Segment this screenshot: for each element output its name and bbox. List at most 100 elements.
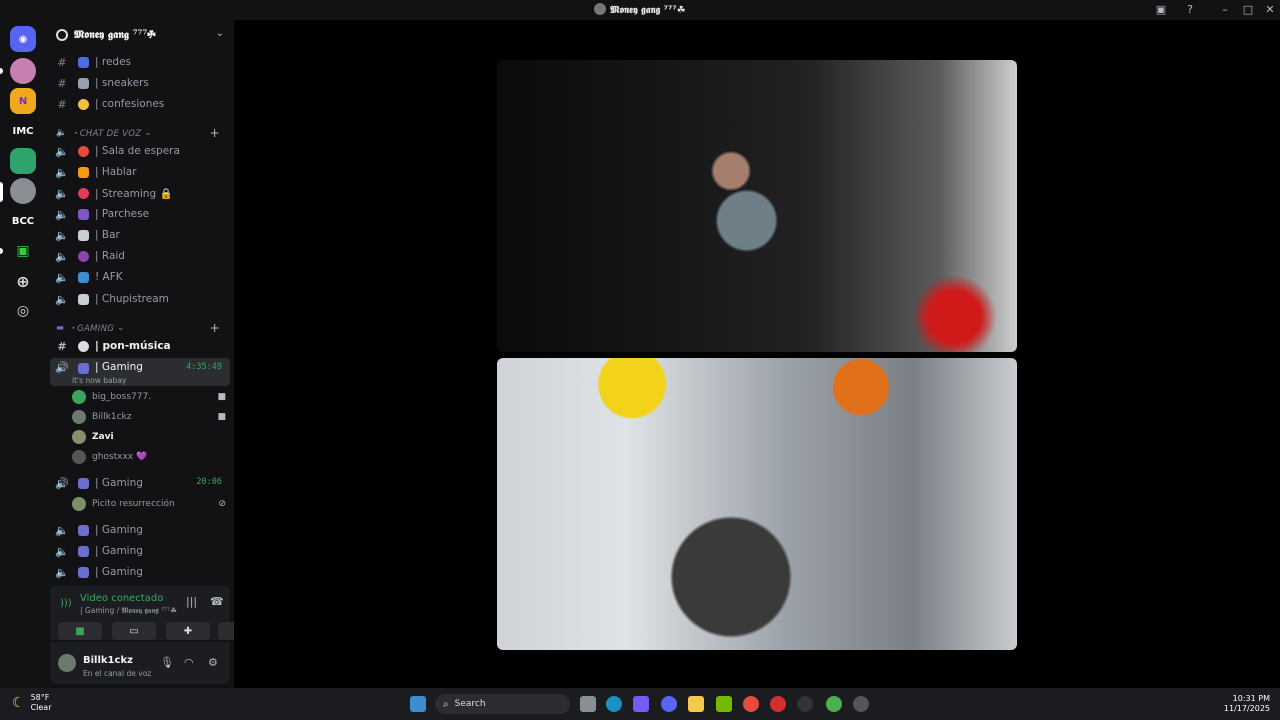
activities-button[interactable]: ✚ xyxy=(166,622,210,640)
server-icon-money-gang[interactable] xyxy=(10,178,36,204)
channel-pon-musica[interactable]: # | pon-música xyxy=(50,336,230,356)
chevron-down-icon[interactable]: ⌄ xyxy=(216,28,224,39)
signal-icon[interactable]: ))) xyxy=(60,598,72,610)
discord-home-icon[interactable]: ◉ xyxy=(10,26,36,52)
voice-status[interactable]: Video conectado xyxy=(80,593,163,604)
speaker-icon: 🔈 xyxy=(55,207,69,221)
dark-app-icon[interactable] xyxy=(797,696,813,712)
avatar xyxy=(72,450,86,464)
voice-streaming[interactable]: 🔈 | Streaming 🔒 xyxy=(50,183,230,203)
noise-suppression-icon[interactable]: ||| xyxy=(186,595,197,608)
voice-member[interactable]: Zavi xyxy=(72,428,232,446)
category-chat-de-voz[interactable]: 🔈 ・CHAT DE VOZ ⌄ + xyxy=(52,126,230,140)
member-name: Picito resurrección xyxy=(92,499,175,509)
moon-icon: ☾ xyxy=(12,695,25,711)
server-icon-1[interactable] xyxy=(10,58,36,84)
voice-sala-de-espera[interactable]: 🔈 | Sala de espera xyxy=(50,141,230,161)
help-icon[interactable]: ? xyxy=(1182,2,1198,18)
channel-label: | Raid xyxy=(95,250,125,262)
add-channel-icon[interactable]: + xyxy=(210,126,220,140)
server-icon-bcc[interactable]: BCC xyxy=(10,208,36,234)
microphone-icon[interactable]: 🎙 xyxy=(160,656,174,669)
inbox-icon[interactable]: ▣ xyxy=(1153,2,1169,18)
channel-label: ! AFK xyxy=(95,271,123,283)
member-name: ghostxxx 💜 xyxy=(92,452,148,462)
voice-afk[interactable]: 🔈 ! AFK xyxy=(50,267,230,287)
camera-button[interactable]: ■ xyxy=(58,622,102,640)
voice-gaming-5[interactable]: 🔈 | Gaming xyxy=(50,562,230,582)
weather-widget[interactable]: ☾ 58°F Clear xyxy=(12,693,51,713)
username[interactable]: Billk1ckz xyxy=(83,655,133,666)
close-button[interactable]: ✕ xyxy=(1262,2,1278,18)
channel-emoji-icon xyxy=(78,250,89,262)
video-icon: ■ xyxy=(217,412,226,422)
discover-icon[interactable]: ◎ xyxy=(10,298,36,324)
server-icon-n[interactable]: N xyxy=(10,88,36,114)
channel-emoji-icon xyxy=(78,98,89,110)
edge-icon[interactable] xyxy=(606,696,622,712)
chrome-icon[interactable] xyxy=(743,696,759,712)
add-channel-icon[interactable]: + xyxy=(210,321,220,335)
screen-share-button[interactable]: ▭ xyxy=(112,622,156,640)
server-icon-money[interactable] xyxy=(10,148,36,174)
search-label: Search xyxy=(454,699,486,709)
guild-header[interactable]: 𝕸𝖔𝖓𝖊𝖞 𝖌𝖆𝖓𝖌 ⁷⁷⁷☘ ⌄ xyxy=(46,24,234,46)
voice-raid[interactable]: 🔈 | Raid xyxy=(50,246,230,266)
headphones-icon[interactable]: ◠ xyxy=(184,656,194,669)
channel-emoji-icon xyxy=(78,166,89,178)
disconnect-icon[interactable]: ☎ xyxy=(210,595,224,608)
nvidia-icon[interactable] xyxy=(716,696,732,712)
channel-emoji-icon xyxy=(78,229,89,241)
avatar[interactable] xyxy=(58,654,76,672)
title-bar: 𝕸𝖔𝖓𝖊𝖞 𝖌𝖆𝖓𝖌 ⁷⁷⁷☘ ▣ ? – □ ✕ xyxy=(0,0,1280,20)
channel-label: | redes xyxy=(95,56,132,68)
voice-gaming-4[interactable]: 🔈 | Gaming xyxy=(50,541,230,561)
maximize-button[interactable]: □ xyxy=(1240,2,1256,18)
server-icon-imc[interactable]: IMC xyxy=(10,118,36,144)
voice-parchese[interactable]: 🔈 | Parchese xyxy=(50,204,230,224)
voice-gaming-active[interactable]: 🔊 | Gaming 4:35:49 it's now babay xyxy=(50,358,230,386)
voice-gaming-3[interactable]: 🔈 | Gaming xyxy=(50,520,230,540)
video-stage xyxy=(234,20,1280,688)
taskbar-search[interactable]: ⌕ Search xyxy=(435,694,570,714)
channel-redes[interactable]: # | redes xyxy=(50,52,230,72)
hash-icon: # xyxy=(57,97,67,111)
add-server-icon[interactable]: ⊕ xyxy=(10,268,36,294)
red-app-icon[interactable] xyxy=(770,696,786,712)
voice-timer: 20:06 xyxy=(196,477,222,487)
file-explorer-icon[interactable] xyxy=(688,696,704,712)
video-tile-2[interactable] xyxy=(497,358,1017,650)
voice-member[interactable]: Picito resurrección ⊘ xyxy=(72,495,232,513)
category-gaming[interactable]: ▬ ・GAMING ⌄ + xyxy=(52,321,230,335)
system-app-icon[interactable] xyxy=(853,696,869,712)
channel-sneakers[interactable]: # | sneakers xyxy=(50,73,230,93)
channel-confesiones[interactable]: # | confesiones xyxy=(50,94,230,114)
copilot-icon[interactable] xyxy=(633,696,649,712)
voice-bar[interactable]: 🔈 | Bar xyxy=(50,225,230,245)
voice-hablar[interactable]: 🔈 | Hablar xyxy=(50,162,230,182)
minimize-button[interactable]: – xyxy=(1217,2,1233,18)
taskbar-clock[interactable]: 10:31 PM 11/17/2025 xyxy=(1224,694,1270,714)
voice-location[interactable]: | Gaming / 𝕸𝖔𝖓𝖊𝖞 𝖌𝖆𝖓𝖌 ⁷⁷⁷☘ xyxy=(80,606,177,616)
speaker-active-icon: 🔊 xyxy=(55,476,69,490)
channel-label: | pon-música xyxy=(95,340,171,352)
user-panel: Billk1ckz En el canal de voz 🎙 ◠ ⚙ xyxy=(50,642,230,684)
controller-icon xyxy=(78,545,89,557)
windows-start-icon[interactable] xyxy=(410,696,426,712)
video-tile-1[interactable] xyxy=(497,60,1017,352)
gear-icon[interactable]: ⚙ xyxy=(208,656,218,669)
guild-icon xyxy=(594,3,607,15)
unread-pip xyxy=(0,248,3,254)
voice-chupistream[interactable]: 🔈 | Chupistream xyxy=(50,289,230,309)
chrome-active-icon[interactable] xyxy=(826,696,842,712)
voice-member[interactable]: Billk1ckz ■ xyxy=(72,408,232,426)
camera-icon: ■ xyxy=(75,625,85,637)
task-view-icon[interactable] xyxy=(580,696,596,712)
channel-label: | Gaming xyxy=(95,477,143,489)
voice-member[interactable]: ghostxxx 💜 xyxy=(72,448,232,466)
voice-member[interactable]: big_boss777. ■ xyxy=(72,388,232,406)
discord-taskbar-icon[interactable] xyxy=(661,696,677,712)
weather-temp: 58°F xyxy=(30,693,50,702)
voice-gaming-2[interactable]: 🔊 | Gaming 20:06 xyxy=(50,473,230,493)
server-icon-green[interactable]: ▣ xyxy=(10,238,36,264)
